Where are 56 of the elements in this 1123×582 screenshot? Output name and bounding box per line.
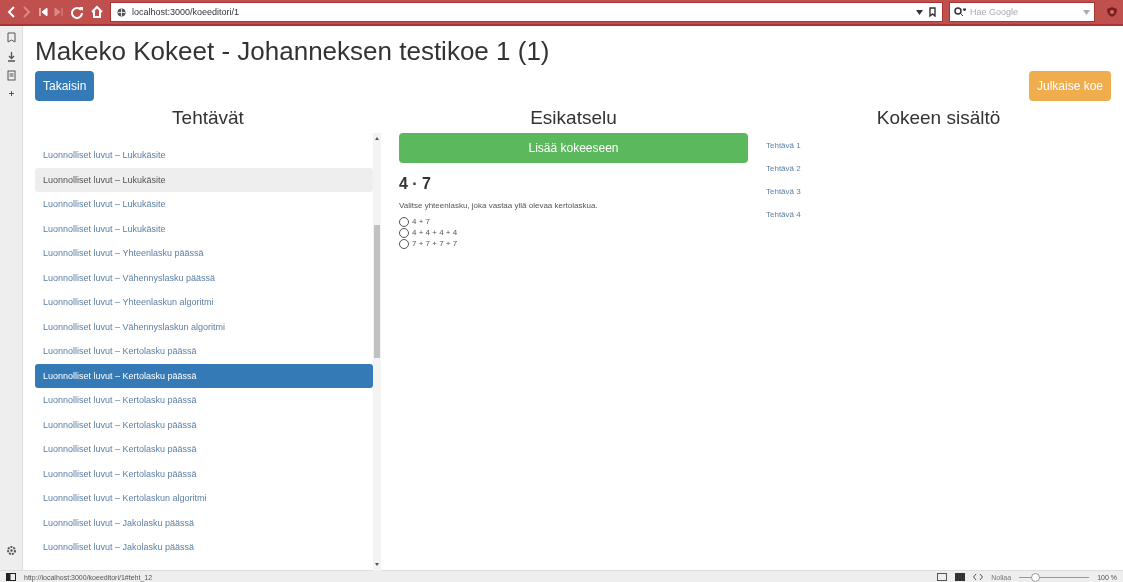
page-title: Makeko Kokeet - Johanneksen testikoe 1 (1) [35, 36, 551, 67]
task-item[interactable]: Luonnolliset luvut – Kertolasku päässä [35, 437, 373, 462]
back-button[interactable]: Takaisin [35, 71, 95, 101]
exam-task-link[interactable]: Tehtävä 3 [766, 187, 1111, 196]
bookmark-icon[interactable] [929, 7, 936, 17]
plus-icon[interactable] [6, 89, 16, 98]
task-item[interactable]: Luonnolliset luvut – Kertolasku päässä [35, 412, 373, 437]
dropdown-icon[interactable] [916, 8, 923, 16]
exam-task-link[interactable]: Tehtävä 2 [766, 164, 1111, 173]
zoom-slider-thumb[interactable] [1030, 572, 1040, 582]
task-item[interactable]: Luonnolliset luvut – Lukukäsite [35, 192, 373, 217]
task-item[interactable]: Luonnolliset luvut – Jakolasku päässä [35, 510, 373, 535]
code-icon[interactable] [973, 573, 984, 581]
exam-task-link[interactable]: Tehtävä 4 [766, 210, 1111, 219]
settings-icon[interactable] [5, 545, 17, 556]
task-item[interactable]: Luonnolliset luvut – Kertolasku päässä [35, 339, 373, 364]
task-item[interactable]: Luonnolliset luvut – Vähennyslasku päässä [35, 265, 373, 290]
task-item[interactable]: Luonnolliset luvut – Lukukäsite [35, 143, 373, 168]
task-item[interactable]: Luonnolliset luvut – Kertolasku päässä [35, 388, 373, 413]
radio-button[interactable] [399, 227, 409, 238]
exam-task-link[interactable]: Tehtävä 1 [766, 141, 1111, 150]
radio-button[interactable] [399, 216, 409, 227]
add-to-exam-button[interactable]: Lisää kokeeseen [399, 133, 748, 163]
option-label: 4 + 4 + 4 + 4 [412, 227, 458, 238]
search-box[interactable]: Hae Google [949, 2, 1095, 22]
task-item[interactable]: Luonnolliset luvut – Lukukäsite [35, 167, 373, 192]
option-label: 7 + 7 + 7 + 7 [412, 238, 458, 249]
rewind-icon[interactable] [38, 5, 48, 19]
window-icon[interactable] [937, 573, 948, 581]
search-icon[interactable] [954, 7, 966, 17]
task-item[interactable]: Luonnolliset luvut – Yhteenlaskun algoritmi [35, 290, 373, 315]
radio-button[interactable] [399, 238, 409, 249]
back-icon[interactable] [6, 5, 16, 19]
panel-icon[interactable] [6, 573, 16, 581]
address-bar[interactable]: localhost:3000/koeeditori/1 [110, 2, 943, 22]
task-item[interactable]: Luonnolliset luvut – Vähennyslaskun algoritmi [35, 314, 373, 339]
option-label: 4 + 7 [412, 216, 430, 227]
column-heading: Kokeen sisältö [875, 107, 1002, 129]
task-item[interactable]: Luonnolliset luvut – Jakolasku päässä [35, 535, 373, 560]
download-icon[interactable] [6, 51, 16, 62]
task-item[interactable]: Luonnolliset luvut – Kertolasku päässä [35, 363, 373, 388]
column-heading: Tehtävät [171, 107, 245, 129]
question-title: 4 · 7 [399, 175, 432, 193]
task-item[interactable]: Luonnolliset luvut – Yhteenlasku päässä [35, 241, 373, 266]
reload-icon[interactable] [70, 5, 84, 19]
shield-icon[interactable] [1106, 6, 1118, 18]
question-instruction: Valitse yhteenlasku, joka vastaa yllä olevaa kertolaskua. [399, 201, 599, 210]
column-heading: Esikatselu [529, 107, 618, 129]
notes-icon[interactable] [6, 70, 16, 81]
task-item[interactable]: Luonnolliset luvut – Lukukäsite [35, 216, 373, 241]
globe-icon [117, 7, 126, 17]
task-item[interactable]: Luonnolliset luvut – Kertolasku päässä [35, 461, 373, 486]
image-icon[interactable] [955, 573, 966, 581]
task-item[interactable]: Luonnolliset luvut – Kertolaskun algoritmi [35, 486, 373, 511]
home-icon[interactable] [90, 5, 104, 19]
scrollbar[interactable] [373, 133, 381, 571]
